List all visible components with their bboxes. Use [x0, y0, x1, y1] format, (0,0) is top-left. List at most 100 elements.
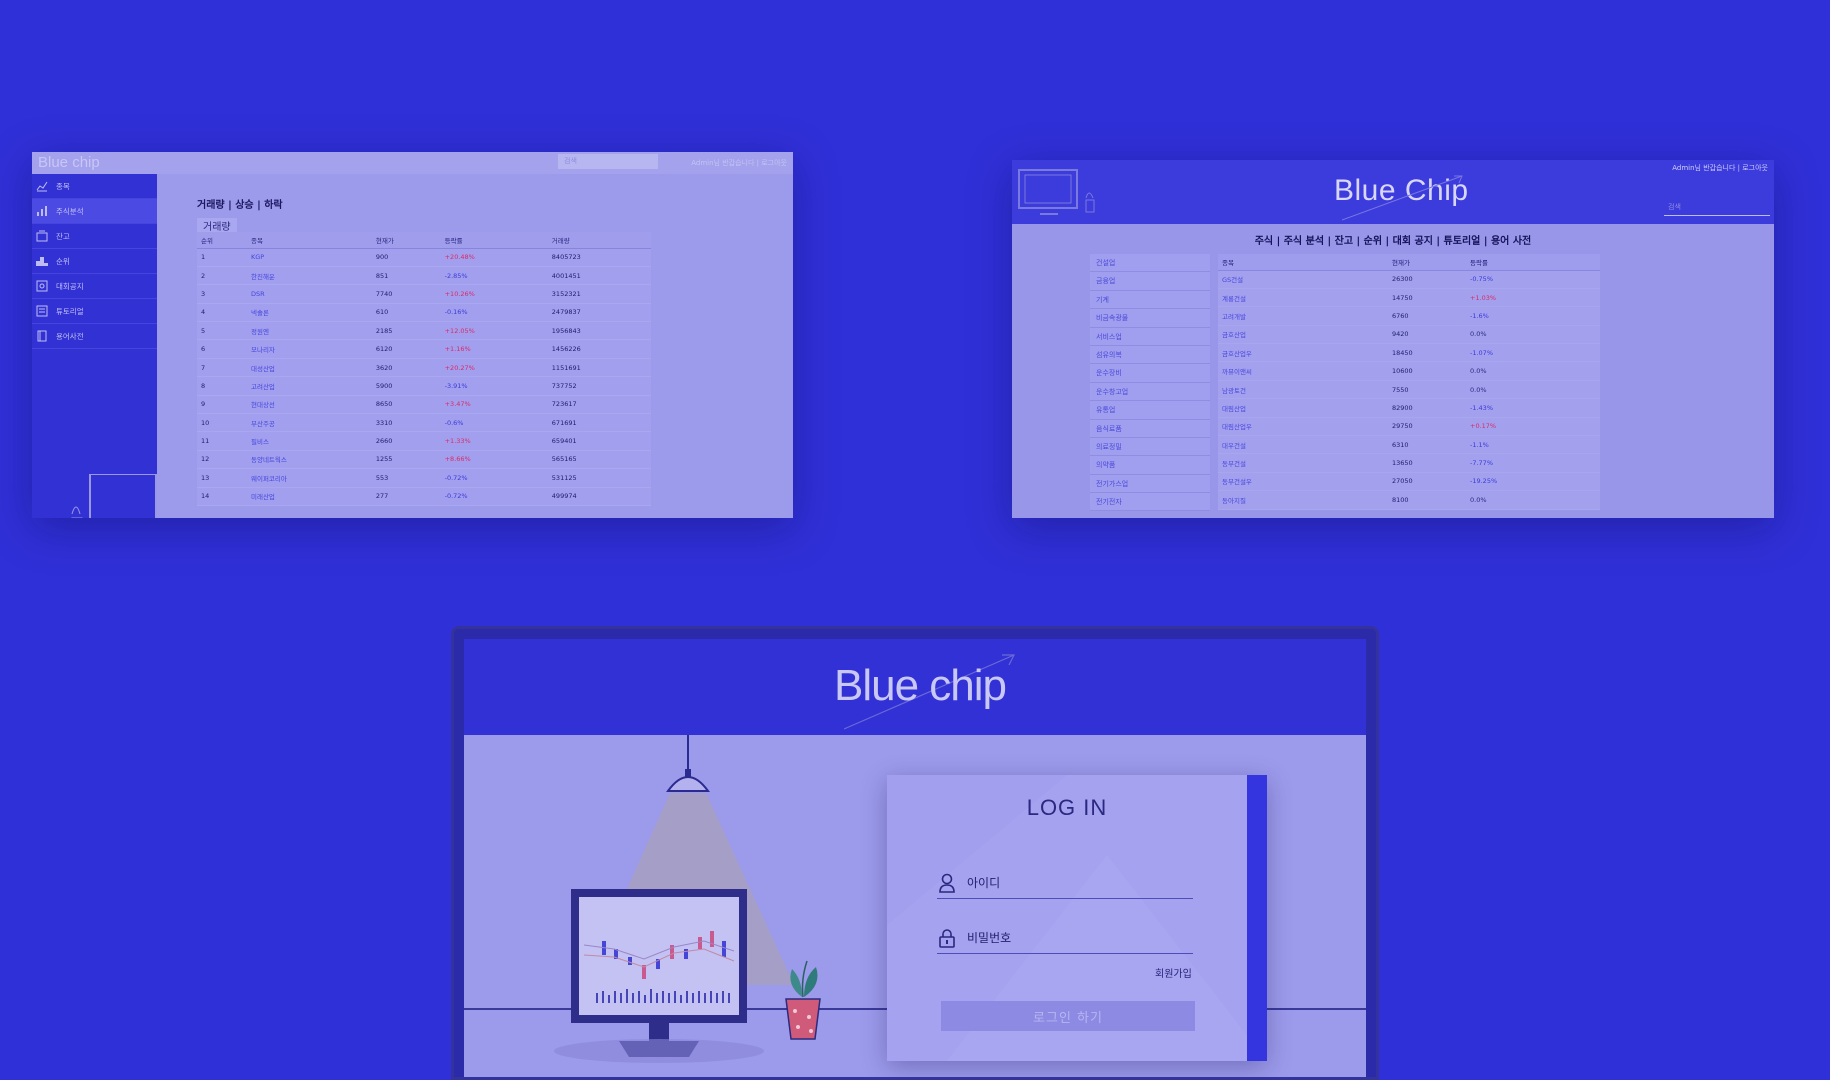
sidebar-item-balance[interactable]: 잔고: [32, 224, 157, 249]
stock-name-cell[interactable]: 금호산업우: [1218, 343, 1388, 363]
table-row[interactable]: 10 부산주공 3310 -0.6% 671691: [197, 413, 651, 433]
stock-name-cell[interactable]: 미래산업: [246, 487, 372, 506]
table-row[interactable]: 8 고려산업 5900 -3.91% 737752: [197, 376, 651, 396]
category-item[interactable]: 섬유의복: [1090, 345, 1210, 365]
ranking-dashboard-screenshot: Blue chip 검색 Admin님 반갑습니다 | 로그아웃 종목 주식분석…: [32, 152, 793, 518]
stock-name-cell[interactable]: 한진해운: [246, 266, 372, 286]
stock-name-cell[interactable]: 모나리자: [246, 339, 372, 359]
table-row[interactable]: 2 한진해운 851 -2.85% 4001451: [197, 266, 651, 286]
password-field[interactable]: [937, 922, 1193, 954]
price-cell: 9420: [1388, 325, 1466, 345]
stock-name-cell[interactable]: 부산주공: [246, 413, 372, 433]
sidebar-item-analysis[interactable]: 주식분석: [32, 199, 157, 224]
stock-name-cell[interactable]: 정원엔: [246, 321, 372, 341]
sidebar-item-stocks[interactable]: 종목: [32, 174, 157, 199]
category-item[interactable]: 전기전자: [1090, 493, 1210, 512]
table-row[interactable]: GS건설 26300 -0.75%: [1218, 270, 1600, 289]
id-field[interactable]: [937, 867, 1193, 899]
table-row[interactable]: 까뮤이앤씨 10600 0.0%: [1218, 361, 1600, 381]
category-item[interactable]: 기계: [1090, 290, 1210, 310]
stock-name-cell[interactable]: 금호산업: [1218, 325, 1388, 345]
stock-name-cell[interactable]: 까뮤이앤씨: [1218, 361, 1388, 381]
search-input[interactable]: 검색: [558, 154, 658, 169]
stock-name-cell[interactable]: 대림산업우: [1218, 417, 1388, 437]
category-item[interactable]: 유통업: [1090, 401, 1210, 420]
stock-name-cell[interactable]: 대성산업: [246, 358, 372, 378]
change-cell: +10.26%: [440, 284, 548, 304]
stock-name-cell[interactable]: 고려산업: [246, 376, 372, 396]
user-links[interactable]: Admin님 반갑습니다 | 로그아웃: [1672, 163, 1768, 173]
rank-cell: 4: [197, 303, 247, 323]
stock-name-cell[interactable]: DSR: [246, 284, 372, 304]
table-row[interactable]: 6 모나리자 6120 +1.16% 1456226: [197, 339, 651, 359]
ranking-table: 순위 종목 현재가 등락률 거래량 1 KGP 900 +20.48% 8405723 2 한진해운…: [197, 232, 651, 506]
category-item[interactable]: 비금속광물: [1090, 309, 1210, 328]
login-button[interactable]: 로그인 하기: [941, 1001, 1195, 1031]
stock-name-cell[interactable]: 남광토건: [1218, 380, 1388, 400]
stock-name-cell[interactable]: 현대상선: [246, 395, 372, 415]
signup-link[interactable]: 회원가입: [1155, 965, 1192, 980]
stock-name-cell[interactable]: 웨이퍼코리아: [246, 468, 372, 488]
stock-name-cell[interactable]: 동부건설우: [1218, 472, 1388, 492]
sidebar-item-dictionary[interactable]: 용어사전: [32, 324, 157, 349]
column-header: 순위: [197, 232, 247, 249]
logo[interactable]: Blue chip: [38, 154, 100, 171]
table-row[interactable]: 12 동양네트웍스 1255 +8.66% 565165: [197, 450, 651, 470]
id-input[interactable]: [967, 875, 1167, 890]
user-links[interactable]: Admin님 반갑습니다 | 로그아웃: [691, 158, 787, 168]
table-row[interactable]: 고려개발 6760 -1.6%: [1218, 306, 1600, 326]
stock-name-cell[interactable]: 대우건설: [1218, 435, 1388, 455]
sidebar-item-label: 튜토리얼: [56, 306, 84, 316]
sidebar-item-notice[interactable]: 대회공지: [32, 274, 157, 299]
category-item[interactable]: 의료정밀: [1090, 437, 1210, 457]
table-row[interactable]: 남광토건 7550 0.0%: [1218, 380, 1600, 400]
sidebar-item-ranking[interactable]: 순위: [32, 249, 157, 274]
stock-name-cell[interactable]: 넥솔론: [246, 303, 372, 323]
sidebar-item-tutorial[interactable]: 튜토리얼: [32, 299, 157, 324]
stock-name-cell[interactable]: 동부건설: [1218, 453, 1388, 473]
search-input[interactable]: 검색: [1664, 202, 1770, 216]
main-nav[interactable]: 주식 | 주식 분석 | 잔고 | 순위 | 대회 공지 | 튜토리얼 | 용어…: [1012, 232, 1774, 247]
table-row[interactable]: 11 필비스 2660 +1.33% 659401: [197, 431, 651, 451]
stock-name-cell[interactable]: GS건설: [1218, 270, 1388, 289]
category-item[interactable]: 음식료품: [1090, 419, 1210, 438]
category-list: 건설업 금융업 기계 비금속광물 서비스업 섬유의복 운수장비 운수창고업 유통업 음식료품 의료정…: [1090, 254, 1210, 512]
category-item[interactable]: 금융업: [1090, 272, 1210, 291]
stock-name-cell[interactable]: KGP: [246, 248, 372, 267]
category-item[interactable]: 건설업: [1090, 254, 1210, 273]
table-row[interactable]: 동아지질 8100 0.0%: [1218, 490, 1600, 510]
category-item[interactable]: 운수창고업: [1090, 382, 1210, 402]
table-row[interactable]: 5 정원엔 2185 +12.05% 1956843: [197, 321, 651, 341]
change-cell: -7.77%: [1466, 453, 1600, 473]
rank-tabs[interactable]: 거래량 | 상승 | 하락: [197, 196, 283, 211]
table-row[interactable]: 7 대성산업 3620 +20.27% 1151691: [197, 358, 651, 378]
table-row[interactable]: 1 KGP 900 +20.48% 8405723: [197, 248, 651, 267]
table-row[interactable]: 대우건설 6310 -1.1%: [1218, 435, 1600, 455]
category-item[interactable]: 운수장비: [1090, 364, 1210, 383]
table-row[interactable]: 대림산업우 29750 +0.17%: [1218, 417, 1600, 437]
category-item[interactable]: 전기가스업: [1090, 474, 1210, 494]
price-cell: 7550: [1388, 380, 1466, 400]
table-row[interactable]: 계룡건설 14750 +1.03%: [1218, 288, 1600, 308]
table-row[interactable]: 4 넥솔론 610 -0.16% 2479837: [197, 303, 651, 323]
stock-name-cell[interactable]: 동아지질: [1218, 490, 1388, 510]
category-item[interactable]: 서비스업: [1090, 327, 1210, 346]
table-row[interactable]: 14 미래산업 277 -0.72% 499974: [197, 487, 651, 506]
table-row[interactable]: 9 현대상선 8650 +3.47% 723617: [197, 395, 651, 415]
stock-name-cell[interactable]: 계룡건설: [1218, 288, 1388, 308]
stock-name-cell[interactable]: 동양네트웍스: [246, 450, 372, 470]
table-row[interactable]: 동부건설 13650 -7.77%: [1218, 453, 1600, 473]
password-input[interactable]: [967, 930, 1167, 945]
stock-name-cell[interactable]: 필비스: [246, 431, 372, 451]
logo-arrow-icon: [1342, 175, 1463, 221]
rank-cell: 1: [197, 248, 247, 267]
table-row[interactable]: 대림산업 82900 -1.43%: [1218, 398, 1600, 418]
stock-name-cell[interactable]: 고려개발: [1218, 306, 1388, 326]
table-row[interactable]: 13 웨이퍼코리아 553 -0.72% 531125: [197, 468, 651, 488]
category-item[interactable]: 의약품: [1090, 456, 1210, 475]
table-row[interactable]: 금호산업우 18450 -1.07%: [1218, 343, 1600, 363]
table-row[interactable]: 동부건설우 27050 -19.25%: [1218, 472, 1600, 492]
stock-name-cell[interactable]: 대림산업: [1218, 398, 1388, 418]
table-row[interactable]: 3 DSR 7740 +10.26% 3152321: [197, 284, 651, 304]
table-row[interactable]: 금호산업 9420 0.0%: [1218, 325, 1600, 345]
